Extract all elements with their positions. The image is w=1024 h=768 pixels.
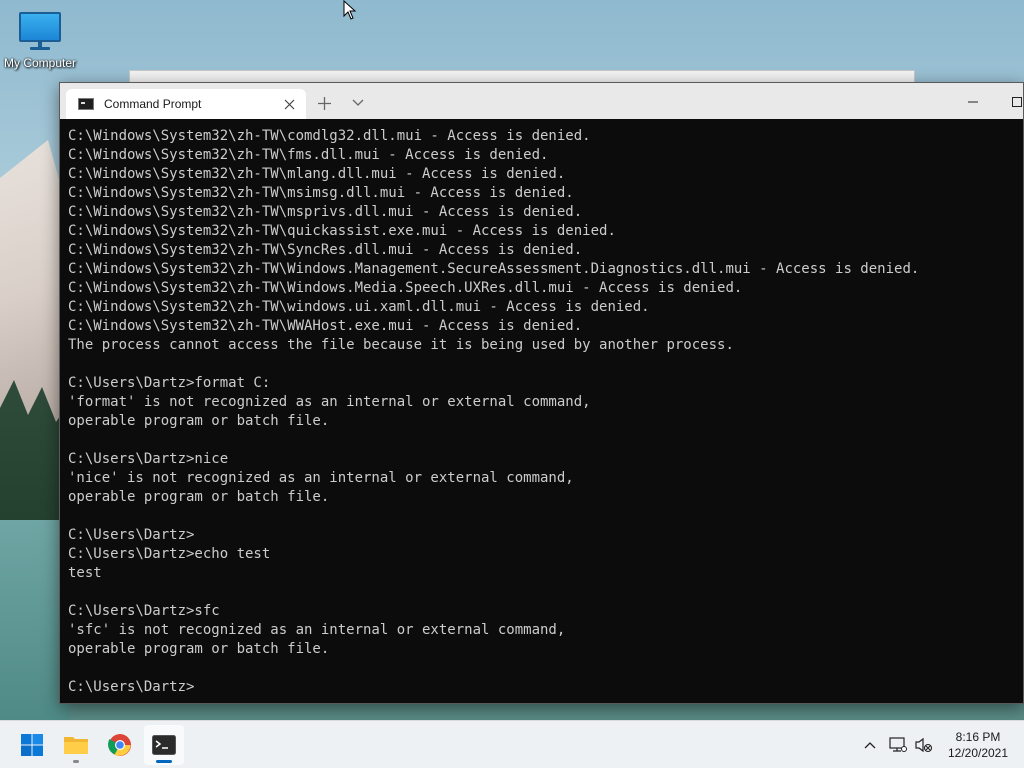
taskbar-file-explorer[interactable] (56, 725, 96, 765)
clock-time: 8:16 PM (955, 730, 1001, 744)
terminal-icon (152, 735, 176, 755)
start-button[interactable] (12, 725, 52, 765)
console-line: C:\Users\Dartz>echo test (68, 546, 271, 562)
console-line: C:\Users\Dartz> (68, 527, 195, 543)
desktop-icon-label: My Computer (3, 56, 77, 70)
chevron-down-icon (352, 99, 364, 106)
new-tab-button[interactable] (312, 91, 336, 115)
network-icon (889, 737, 907, 752)
console-line: 'sfc' is not recognized as an internal o… (68, 622, 566, 638)
network-status-button[interactable] (886, 721, 910, 768)
minimize-button[interactable] (956, 91, 990, 113)
console-line: C:\Windows\System32\zh-TW\Windows.Manage… (68, 261, 920, 277)
clock-date: 12/20/2021 (947, 746, 1009, 760)
taskbar-clock[interactable]: 8:16 PM 12/20/2021 (938, 729, 1018, 761)
console-line: C:\Windows\System32\zh-TW\Windows.Media.… (68, 280, 743, 296)
volume-muted-icon (915, 737, 933, 753)
console-line: The process cannot access the file becau… (68, 337, 734, 353)
console-line: C:\Users\Dartz>nice (68, 451, 229, 467)
console-line: 'nice' is not recognized as an internal … (68, 470, 574, 486)
tab-title: Command Prompt (104, 97, 202, 111)
console-line: test (68, 565, 102, 581)
console-line: C:\Windows\System32\zh-TW\WWAHost.exe.mu… (68, 318, 583, 334)
chrome-icon (108, 734, 131, 756)
terminal-titlebar[interactable]: Command Prompt (60, 83, 1023, 119)
console-line: C:\Windows\System32\zh-TW\comdlg32.dll.m… (68, 128, 591, 144)
chevron-up-icon (864, 742, 876, 749)
volume-button[interactable] (912, 721, 936, 768)
tab-dropdown-button[interactable] (346, 91, 370, 115)
running-indicator (73, 760, 79, 763)
plus-icon (317, 96, 331, 110)
console-line: C:\Windows\System32\zh-TW\SyncRes.dll.mu… (68, 242, 583, 258)
minimize-icon (968, 101, 978, 103)
console-line: C:\Windows\System32\zh-TW\windows.ui.xam… (68, 299, 650, 315)
console-line: C:\Windows\System32\zh-TW\msimsg.dll.mui… (68, 185, 574, 201)
console-line: C:\Windows\System32\zh-TW\msprivs.dll.mu… (68, 204, 583, 220)
close-icon (284, 99, 294, 109)
console-line: C:\Users\Dartz> (68, 679, 195, 695)
taskbar: 8:16 PM 12/20/2021 (0, 720, 1024, 768)
console-line: C:\Windows\System32\zh-TW\fms.dll.mui - … (68, 147, 549, 163)
taskbar-terminal[interactable] (144, 725, 184, 765)
console-line: operable program or batch file. (68, 413, 330, 429)
desktop-icon-my-computer[interactable]: My Computer (2, 10, 78, 74)
maximize-button[interactable] (1000, 91, 1024, 113)
console-line: C:\Windows\System32\zh-TW\mlang.dll.mui … (68, 166, 566, 182)
computer-icon (19, 12, 61, 42)
start-icon (21, 734, 43, 756)
taskbar-chrome[interactable] (100, 725, 140, 765)
console-output[interactable]: C:\Windows\System32\zh-TW\comdlg32.dll.m… (68, 127, 1023, 703)
terminal-window[interactable]: Command Prompt C:\Windows\System32\zh-TW… (59, 82, 1024, 704)
mouse-cursor-icon (343, 0, 357, 20)
cmd-icon (78, 98, 94, 110)
file-explorer-icon (64, 737, 88, 754)
console-line: operable program or batch file. (68, 489, 330, 505)
console-line: C:\Windows\System32\zh-TW\quickassist.ex… (68, 223, 616, 239)
show-hidden-icons-button[interactable] (858, 721, 882, 768)
console-line: C:\Users\Dartz>sfc (68, 603, 220, 619)
console-line: operable program or batch file. (68, 641, 330, 657)
close-tab-button[interactable] (280, 95, 298, 113)
console-line: 'format' is not recognized as an interna… (68, 394, 591, 410)
maximize-icon (1012, 97, 1022, 107)
tab-command-prompt[interactable]: Command Prompt (66, 89, 306, 119)
console-line: C:\Users\Dartz>format C: (68, 375, 271, 391)
active-indicator (156, 760, 172, 763)
